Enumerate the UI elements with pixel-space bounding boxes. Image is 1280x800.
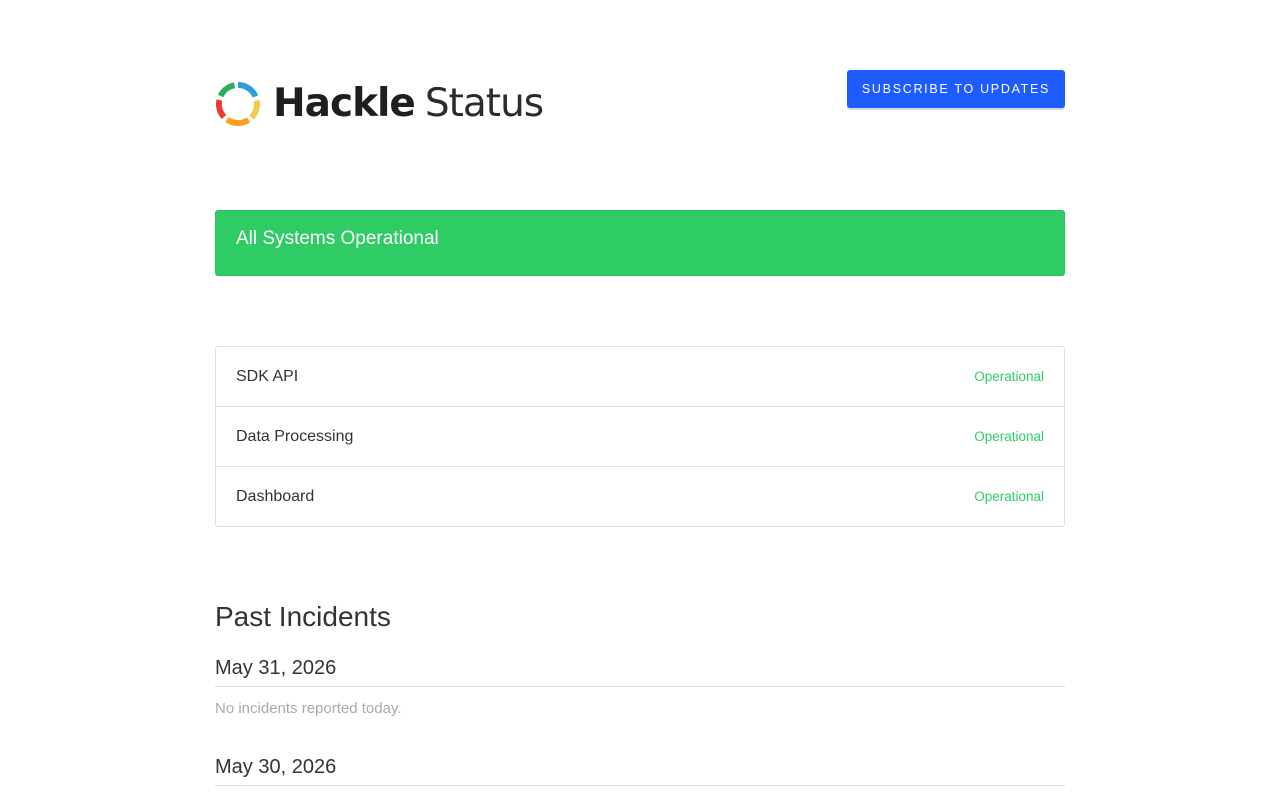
- logo-brand: Hackle: [273, 81, 416, 126]
- incident-day: May 31, 2026 No incidents reported today…: [215, 656, 1065, 718]
- incident-day: May 30, 2026: [215, 755, 1065, 786]
- subscribe-button[interactable]: Subscribe to Updates: [847, 70, 1065, 108]
- component-status: Operational: [974, 369, 1044, 384]
- hackle-logo-icon: [215, 81, 260, 126]
- component-name: Data Processing: [236, 427, 354, 445]
- incident-day-body: No incidents reported today.: [215, 700, 402, 717]
- page: Hackle Status Subscribe to Updates All Sy…: [215, 0, 1065, 786]
- past-incidents-title: Past Incidents: [215, 601, 391, 632]
- incident-day-date: May 31, 2026: [215, 656, 1065, 687]
- component-name: Dashboard: [236, 487, 315, 505]
- header: Hackle Status Subscribe to Updates: [215, 0, 1065, 210]
- logo-suffix: Status: [424, 81, 544, 126]
- logo[interactable]: Hackle Status: [215, 80, 544, 128]
- component-row: SDK API Operational: [216, 347, 1064, 407]
- component-row: Data Processing Operational: [216, 407, 1064, 467]
- component-status: Operational: [974, 489, 1044, 504]
- logo-wordmark: Hackle Status: [273, 80, 544, 128]
- incident-day-date: May 30, 2026: [215, 755, 1065, 786]
- component-status: Operational: [974, 429, 1044, 444]
- components-list: SDK API Operational Data Processing Oper…: [215, 346, 1065, 527]
- component-name: SDK API: [236, 367, 299, 385]
- status-banner: All Systems Operational: [215, 210, 1065, 276]
- component-row: Dashboard Operational: [216, 467, 1064, 526]
- status-banner-text: All Systems Operational: [236, 228, 439, 249]
